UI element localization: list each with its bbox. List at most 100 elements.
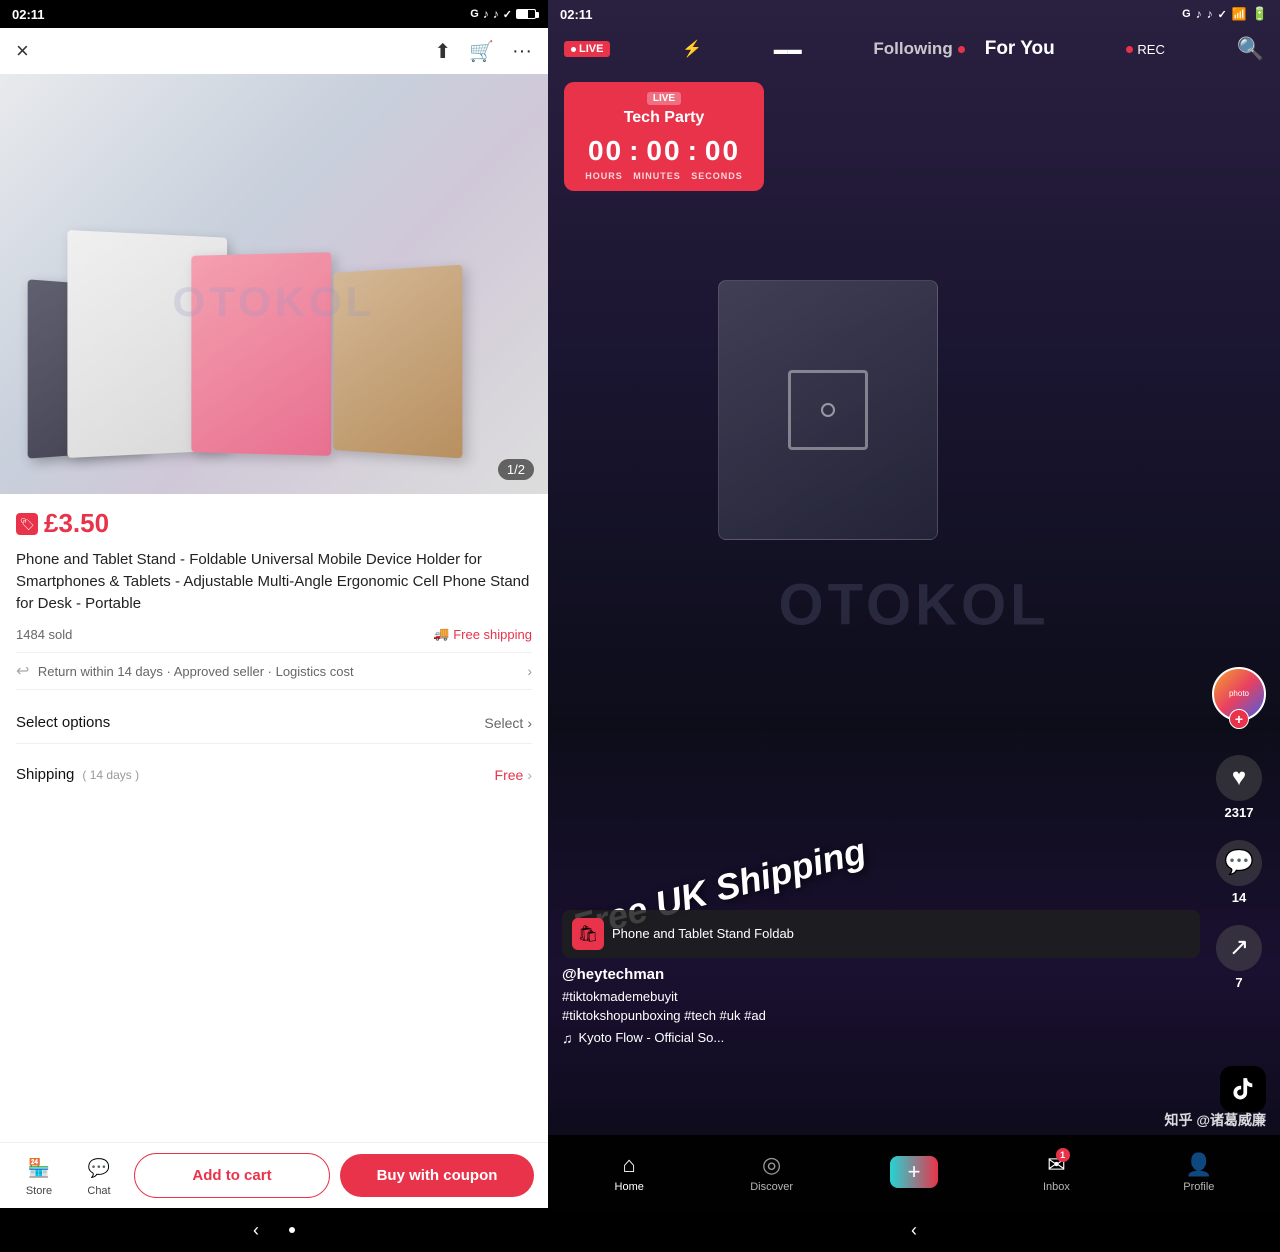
nav-home[interactable]: ⌂ Home [558,1152,700,1193]
right-wifi-icon: 📶 [1232,7,1247,21]
return-label: Return within 14 days · Approved seller … [38,664,354,679]
product-mini-name: Phone and Tablet Stand Foldab [612,926,794,941]
tiktok-icon-1: ♪ [483,7,489,21]
shipping-row[interactable]: Shipping ( 14 days ) Free › [16,756,532,793]
right-back-chevron-icon[interactable]: ‹ [911,1220,917,1241]
rec-label: REC [1137,42,1164,57]
check-icon: ✓ [503,8,512,21]
product-shop-icon: 🛍 [572,918,604,950]
chat-nav-item[interactable]: 💬 Chat [74,1155,124,1197]
add-content-button[interactable]: + [890,1156,938,1188]
add-to-cart-button[interactable]: Add to cart [134,1153,330,1198]
home-label: Home [615,1181,644,1193]
inbox-badge-count: 1 [1056,1148,1070,1162]
flash-icon: ⚡ [682,39,702,59]
sold-shipping-row: 1484 sold 🚚 Free shipping [16,626,532,642]
right-status-time: 02:11 [560,7,593,22]
search-button[interactable]: 🔍 [1237,36,1264,62]
comment-action[interactable]: 💬 14 [1216,840,1262,905]
timer-minutes: 00 [646,135,681,167]
left-bottom-nav: ‹ [0,1208,548,1252]
following-dot [958,46,965,53]
stand-inner-dot [821,403,835,417]
share-button[interactable]: ⬆ [434,39,451,64]
zhihu-watermark: 知乎 @诸葛威廉 [1164,1110,1266,1130]
follow-plus-icon: + [1229,709,1249,729]
buy-with-coupon-button[interactable]: Buy with coupon [340,1154,534,1197]
home-icon: ⌂ [623,1152,636,1178]
live-button[interactable]: LIVE [564,41,610,57]
avatar-placeholder: photo [1229,689,1249,698]
hashtag-text: #tiktokmademebuyit #tiktokshopunboxing #… [562,989,766,1024]
price-row: 🏷 £3.50 [16,508,532,539]
tiktok-feed[interactable]: OTOKOL Free UK Shipping LIVE ⚡ ▬▬ [548,0,1280,1210]
product-mini-card[interactable]: 🛍 Phone and Tablet Stand Foldab [562,910,1200,958]
username[interactable]: @heytechman [562,966,1200,983]
rec-button[interactable]: REC [1126,42,1164,57]
comment-icon: 💬 [1216,840,1262,886]
live-dot [571,47,576,52]
more-button[interactable]: ··· [512,39,532,64]
user-avatar-container[interactable]: photo + [1212,667,1266,721]
left-status-time: 02:11 [12,7,45,22]
inbox-label: Inbox [1043,1181,1070,1193]
chat-label: Chat [87,1185,110,1197]
free-shipping-badge: 🚚 Free shipping [433,626,532,642]
select-options-button[interactable]: Select › [484,715,532,731]
select-options-label: Select options [16,714,110,731]
image-counter: 1/2 [498,459,534,480]
right-bottom-nav: ‹ [548,1210,1280,1252]
shipping-free-text: Free [495,767,524,783]
right-tiktok1-icon: ♪ [1196,7,1202,21]
cart-button[interactable]: 🛒 [469,39,494,64]
product-price: £3.50 [44,508,109,539]
stand-inner [788,370,868,450]
tab-following[interactable]: Following [873,39,964,59]
tab-for-you[interactable]: For You [985,38,1055,60]
product-image: OTOKOL 1/2 [0,74,548,494]
share-action[interactable]: ↗ 7 [1216,925,1262,990]
tiktok-watermark: OTOKOL [778,571,1049,638]
timer-live-badge: LIVE [647,92,681,105]
rec-dot [1126,46,1133,53]
product-watermark: OTOKOL [173,278,376,326]
close-button[interactable]: × [16,38,29,64]
right-battery-icon: 🔋 [1252,6,1268,22]
shipping-days: ( 14 days ) [82,768,139,782]
shipping-label: Shipping ( 14 days ) [16,766,139,783]
nav-add[interactable]: + [843,1156,985,1188]
shipping-chevron-icon: › [527,767,532,783]
user-info: @heytechman #tiktokmademebuyit #tiktoksh… [562,966,1200,1050]
like-action[interactable]: ♥ 2317 [1216,755,1262,820]
right-status-icons: G ♪ ♪ ✓ 📶 🔋 [1182,6,1268,22]
tiktok-icon-2: ♪ [493,7,499,21]
like-count: 2317 [1225,805,1254,820]
share-icon: ↗ [1216,925,1262,971]
discover-icon: ◎ [762,1152,781,1178]
right-tiktok2-icon: ♪ [1207,7,1213,21]
live-label: LIVE [579,43,603,55]
product-info: 🏷 £3.50 Phone and Tablet Stand - Foldabl… [0,494,548,1142]
timer-hours: 00 [588,135,623,167]
nav-discover[interactable]: ◎ Discover [700,1152,842,1193]
timer-labels: HOURS MINUTES SECONDS [580,171,748,181]
battery-bar-icon: ▬▬ [774,41,802,57]
following-label: Following [873,39,952,59]
sold-count: 1484 sold [16,627,72,642]
timer-card: LIVE Tech Party 00 : 00 : 00 HOURS MINUT… [564,82,764,191]
back-chevron-icon[interactable]: ‹ [253,1220,259,1241]
music-row: ♫ Kyoto Flow - Official So... [562,1030,1200,1046]
timer-colon-1: : [629,135,640,167]
tiktok-top-bar: LIVE ⚡ ▬▬ Following For You REC 🔍 [548,28,1280,70]
nav-inbox[interactable]: ✉ 1 Inbox [985,1152,1127,1193]
tiktok-logo [1220,1066,1266,1112]
return-text: ↩ Return within 14 days · Approved selle… [16,661,354,681]
music-note-icon: ♫ [562,1030,573,1046]
left-status-bar: 02:11 G ♪ ♪ ✓ [0,0,548,28]
top-right-icons: ⬆ 🛒 ··· [434,39,532,64]
return-policy-row[interactable]: ↩ Return within 14 days · Approved selle… [16,652,532,690]
store-nav-item[interactable]: 🏪 Store [14,1155,64,1197]
left-panel: 02:11 G ♪ ♪ ✓ × ⬆ 🛒 ··· OTOKOL 1/2 [0,0,548,1252]
nav-profile[interactable]: 👤 Profile [1128,1152,1270,1193]
nav-indicator [289,1227,295,1233]
